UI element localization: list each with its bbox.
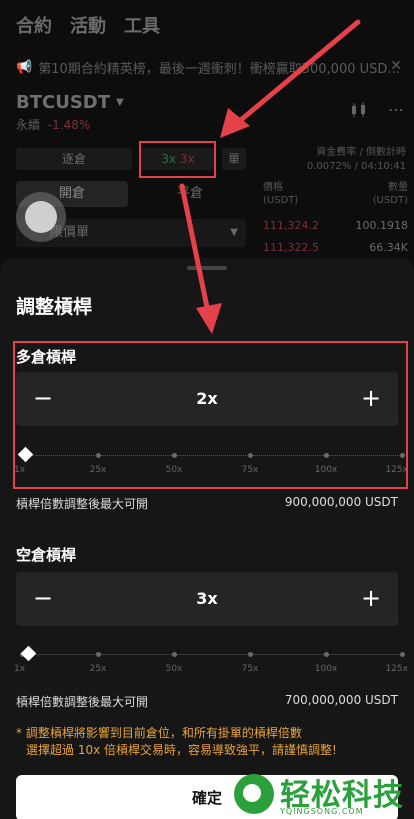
sheet-title: 調整槓桿 bbox=[16, 296, 93, 318]
slider-tick-label: 75x bbox=[241, 664, 259, 674]
slider-tick-label: 50x bbox=[165, 664, 183, 674]
annotation-box-leverage bbox=[139, 141, 216, 178]
notice-bar[interactable]: 📢 第10期合約精英榜，最後一週衝刺！衝榜贏取500,000 USD... ✕ bbox=[16, 58, 406, 77]
megaphone-icon: 📢 bbox=[16, 60, 33, 75]
sheet-handle[interactable] bbox=[187, 266, 227, 270]
orderbook-row[interactable]: 111,324.2 100.1918 bbox=[263, 219, 408, 232]
warning-line: 選擇超過 10x 倍槓桿交易時，容易導致強平，請謹慎調整! bbox=[26, 743, 337, 757]
slider-tick-label: 100x bbox=[314, 664, 338, 674]
short-max-label: 槓桿倍數調整後最大可開 bbox=[16, 695, 149, 709]
price-change: -1.48% bbox=[47, 118, 91, 132]
short-leverage-value[interactable]: 3x bbox=[70, 572, 344, 626]
margin-mode-button[interactable]: 逐倉 bbox=[16, 148, 132, 170]
candlestick-icon[interactable] bbox=[350, 102, 368, 118]
annotation-box-long-leverage bbox=[13, 341, 408, 489]
watermark-logo-icon bbox=[234, 774, 274, 814]
long-max-value: 900,000,000 USDT bbox=[284, 495, 398, 509]
short-leverage-slider[interactable] bbox=[20, 645, 405, 662]
warning-line: * 調整槓桿將影響到目前倉位，和所有掛單的槓桿倍數 bbox=[16, 726, 302, 740]
watermark-url: YQINGSONG.COM bbox=[280, 807, 364, 816]
tab-contract[interactable]: 合約 bbox=[16, 12, 52, 38]
watermark: 轻松科技 YQINGSONG.COM bbox=[232, 770, 414, 819]
unit-button[interactable]: 單 bbox=[222, 148, 246, 170]
short-leverage-stepper: − 3x + bbox=[16, 572, 398, 626]
close-icon[interactable]: ✕ bbox=[390, 58, 402, 74]
qty-unit: (USDT) bbox=[372, 195, 408, 206]
slider-tick[interactable] bbox=[400, 652, 405, 657]
ask-price: 111,322.5 bbox=[263, 241, 319, 254]
top-tabs: 合約 活動 工具 bbox=[16, 12, 160, 38]
assistive-touch-button[interactable] bbox=[16, 192, 66, 242]
perpetual-label: 永續 bbox=[16, 118, 41, 132]
slider-tick-label: 25x bbox=[89, 664, 107, 674]
close-position-tab[interactable]: 平倉 bbox=[134, 181, 246, 207]
slider-tick[interactable] bbox=[248, 652, 253, 657]
symbol-name: BTCUSDT bbox=[16, 92, 111, 113]
ask-qty: 66.34K bbox=[369, 241, 408, 254]
short-max-value: 700,000,000 USDT bbox=[284, 693, 398, 707]
slider-tick-label: 1x bbox=[14, 664, 26, 674]
short-increase-button[interactable]: + bbox=[344, 572, 398, 626]
funding-label: 資金費率 / 倒數計時 bbox=[316, 147, 406, 158]
ask-qty: 100.1918 bbox=[355, 219, 409, 232]
ask-price: 111,324.2 bbox=[263, 219, 319, 232]
slider-tick[interactable] bbox=[172, 652, 177, 657]
price-header: 價格 bbox=[263, 182, 283, 193]
slider-thumb[interactable] bbox=[20, 645, 37, 662]
more-icon[interactable]: ⋯ bbox=[388, 100, 404, 119]
long-max-row: 槓桿倍數調整後最大可開 900,000,000 USDT bbox=[16, 495, 398, 512]
long-max-label: 槓桿倍數調整後最大可開 bbox=[16, 497, 149, 511]
caret-down-icon: ▼ bbox=[116, 97, 124, 108]
caret-down-icon: ▼ bbox=[230, 227, 238, 238]
slider-tick-label: 125x bbox=[385, 664, 408, 674]
short-slider-labels: 1x 25x 50x 75x 100x 125x bbox=[14, 664, 408, 676]
symbol-selector[interactable]: BTCUSDT ▼ bbox=[16, 92, 124, 113]
orderbook-row[interactable]: 111,322.5 66.34K bbox=[263, 241, 408, 254]
orderbook-header: 價格 (USDT) 數量 (USDT) bbox=[263, 181, 408, 207]
price-unit: (USDT) bbox=[263, 195, 299, 206]
slider-track bbox=[22, 654, 402, 655]
funding-value: 0.0072% / 04:10:41 bbox=[306, 161, 406, 172]
funding-rate: 資金費率 / 倒數計時 0.0072% / 04:10:41 bbox=[307, 146, 406, 174]
tab-tools[interactable]: 工具 bbox=[124, 12, 160, 38]
short-leverage-label: 空倉槓桿 bbox=[16, 546, 77, 564]
tab-activity[interactable]: 活動 bbox=[70, 12, 106, 38]
short-decrease-button[interactable]: − bbox=[16, 572, 70, 626]
slider-tick[interactable] bbox=[324, 652, 329, 657]
notice-text: 第10期合約精英榜，最後一週衝刺！衝榜贏取500,000 USD... bbox=[38, 62, 400, 77]
symbol-info: 永續 -1.48% bbox=[16, 116, 90, 133]
leverage-warning: * 調整槓桿將影響到目前倉位，和所有掛單的槓桿倍數 選擇超過 10x 倍槓桿交易… bbox=[16, 725, 398, 759]
qty-header: 數量 bbox=[388, 182, 408, 193]
slider-tick[interactable] bbox=[96, 652, 101, 657]
short-max-row: 槓桿倍數調整後最大可開 700,000,000 USDT bbox=[16, 693, 398, 710]
